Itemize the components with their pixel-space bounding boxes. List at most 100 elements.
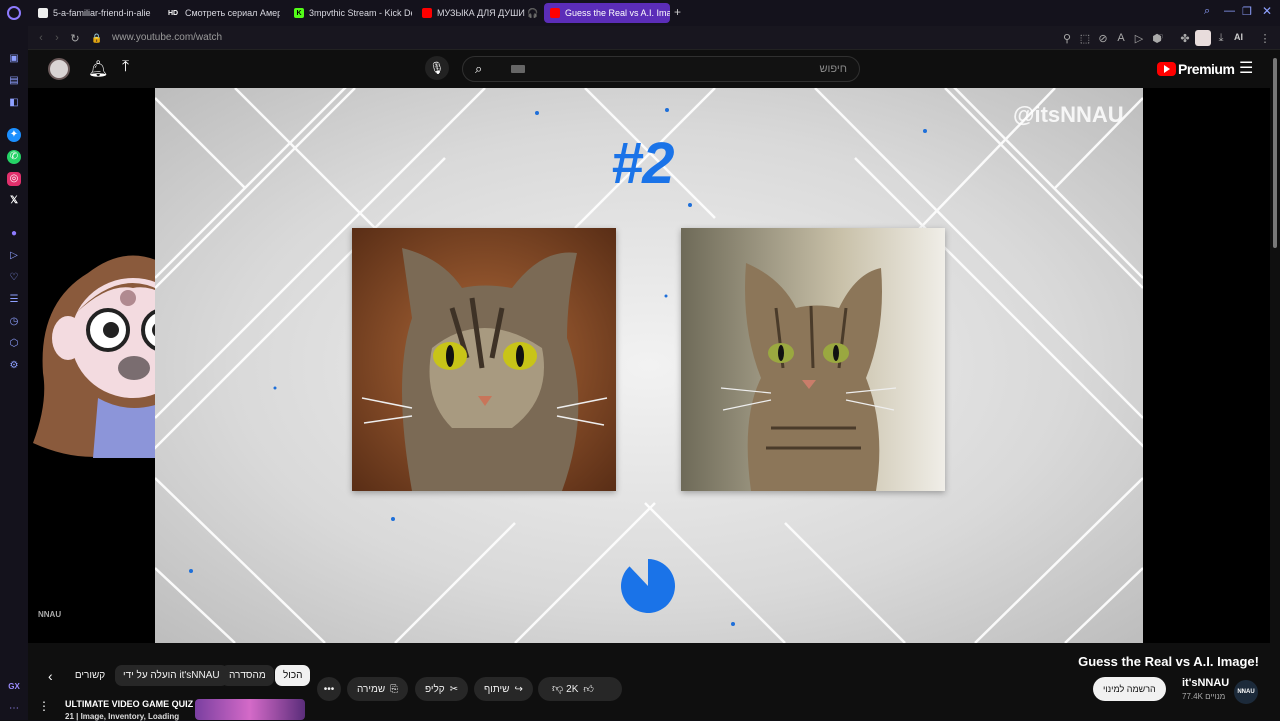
video-frame[interactable]: #2 @itsNNAU: [155, 88, 1143, 643]
ai-button[interactable]: AI: [1234, 32, 1243, 42]
tab-2[interactable]: HD Смотреть сериал Амери: [160, 3, 280, 23]
restore-icon[interactable]: ❐: [1242, 5, 1252, 18]
pin-icon[interactable]: ⚲: [1060, 31, 1074, 45]
cat-image-left: [352, 228, 616, 491]
translate-icon[interactable]: A: [1114, 31, 1128, 45]
channel-name[interactable]: it'sNNAU: [1182, 677, 1229, 689]
tab-label: МУЗЫКА ДЛЯ ДУШИ 🎧: [437, 7, 539, 18]
page-scrollbar[interactable]: [1270, 50, 1280, 720]
guide-menu-icon[interactable]: ☰: [1239, 58, 1253, 78]
clip-button[interactable]: קליפ ✂: [415, 677, 469, 701]
scissors-icon: ✂: [449, 683, 459, 695]
opera-logo-icon[interactable]: [7, 6, 21, 20]
subscribe-button[interactable]: הרשמה למינוי: [1093, 677, 1166, 701]
play-icon[interactable]: ▷: [1132, 31, 1146, 45]
share-button[interactable]: שיתוף ↪: [474, 677, 533, 701]
document-icon: [38, 8, 48, 18]
keyboard-icon[interactable]: [511, 65, 525, 73]
save-button[interactable]: שמירה ⎘: [347, 677, 409, 701]
history-icon[interactable]: ◷: [7, 315, 21, 329]
settings-icon[interactable]: ⚙: [7, 359, 21, 373]
aria-icon[interactable]: ▣: [7, 52, 21, 66]
profile-avatar[interactable]: [1195, 30, 1211, 46]
bookmark-heart-icon[interactable]: ♡: [1152, 31, 1166, 45]
address-bar: ‹ › ↻ 🔒 www.youtube.com/watch ⚲ ⬚ ⊘ A ▷ …: [28, 26, 1280, 50]
tab-label: Смотреть сериал Амери: [185, 8, 280, 18]
subscriber-count: 77.4K מנויים: [1182, 692, 1226, 701]
extensions-puzzle-icon[interactable]: ✤: [1178, 31, 1192, 45]
forward-icon[interactable]: ›: [50, 31, 64, 45]
save-label: שמירה: [357, 683, 386, 695]
tab-label: Guess the Real vs A.I. Imag: [565, 8, 670, 18]
chip-uploaded-by[interactable]: הועלה על ידי it'sNNAU: [115, 665, 228, 686]
close-window-icon[interactable]: ✕: [1262, 4, 1272, 18]
up-next-menu-icon[interactable]: ⋮: [38, 699, 50, 713]
notifications-bell-icon[interactable]: 🔔︎: [88, 59, 108, 79]
tab-label: 3mpvthic Stream - Kick De: [309, 8, 412, 18]
upload-icon[interactable]: ⤒: [122, 58, 129, 76]
kick-icon: K: [294, 8, 304, 18]
chip-related[interactable]: קשורים: [68, 665, 112, 686]
youtube-logo-icon[interactable]: [1157, 62, 1176, 76]
search-icon[interactable]: ⌕: [475, 61, 482, 77]
clip-label: קליפ: [425, 683, 445, 695]
instagram-icon[interactable]: ◎: [7, 172, 21, 186]
back-icon[interactable]: ‹: [34, 31, 48, 45]
youtube-premium-logo[interactable]: Premium: [1178, 61, 1235, 77]
extensions-icon[interactable]: ⬡: [7, 337, 21, 351]
tab-1[interactable]: 5-a-familiar-friend-in-alie: [32, 3, 156, 23]
bookmark-icon: ⎘: [390, 683, 399, 695]
gx-icon[interactable]: GX: [7, 680, 21, 694]
dislike-button[interactable]: 👎︎: [548, 677, 588, 701]
player-icon[interactable]: ▷: [7, 249, 21, 263]
account-avatar[interactable]: [48, 58, 70, 80]
video-title: Guess the Real vs A.I. Image!: [1078, 654, 1259, 669]
video-metadata-area: Guess the Real vs A.I. Image! NNAU it'sN…: [28, 643, 1270, 721]
video-player[interactable]: NNAU #2 @itsNNAU: [28, 88, 1270, 643]
chip-series[interactable]: מהסדרה: [221, 665, 274, 686]
voice-search-mic-icon[interactable]: 🎙︎: [425, 56, 449, 80]
scrollbar-thumb[interactable]: [1273, 58, 1277, 248]
tab-5-active[interactable]: Guess the Real vs A.I. Imag: [544, 3, 670, 23]
download-icon[interactable]: ⤓: [1214, 31, 1228, 45]
tabs-icon[interactable]: ☰: [7, 293, 21, 307]
hd-icon: HD: [167, 9, 179, 17]
more-icon[interactable]: ⋯: [7, 702, 21, 716]
search-input[interactable]: ⌕ חיפוש: [462, 56, 860, 82]
up-next-thumbnail[interactable]: [195, 699, 305, 720]
youtube-icon: [422, 8, 432, 18]
x-twitter-icon[interactable]: 𝕏: [7, 194, 21, 208]
share-arrow-icon: ↪: [514, 683, 523, 695]
tab-4[interactable]: МУЗЫКА ДЛЯ ДУШИ 🎧: [416, 3, 540, 23]
adblock-icon[interactable]: ⊘: [1096, 31, 1110, 45]
channel-avatar[interactable]: NNAU: [1234, 680, 1258, 704]
workspaces-icon[interactable]: ▤: [7, 74, 21, 88]
chip-all[interactable]: הכול: [275, 665, 311, 686]
menu-kebab-icon[interactable]: ⋮: [1258, 31, 1272, 45]
question-number: #2: [611, 131, 675, 196]
tab-3[interactable]: K 3mpvthic Stream - Kick De: [288, 3, 412, 23]
youtube-header: 🔔︎ ⤒ 🎙︎ ⌕ חיפוש Premium ☰: [28, 50, 1270, 88]
new-tab-plus-icon[interactable]: +: [674, 5, 681, 19]
channel-watermark: @itsNNAU: [1013, 102, 1124, 127]
more-actions-button[interactable]: •••: [317, 677, 341, 701]
m-icon[interactable]: ◧: [7, 96, 21, 110]
browser-sidebar: ▣ ▤ ◧ ✦ ✆ ◎ 𝕏 ● ▷ ♡ ☰ ◷ ⬡ ⚙ GX ⋯: [0, 0, 28, 720]
chips-scroll-left-icon[interactable]: ‹: [48, 668, 53, 684]
search-tabs-icon[interactable]: ⌕: [1204, 5, 1210, 18]
cat-image-right: [681, 228, 945, 491]
thumbs-down-icon: 👎︎: [552, 683, 564, 695]
url-field[interactable]: www.youtube.com/watch: [112, 32, 222, 43]
lock-icon: 🔒: [91, 32, 103, 43]
heart-icon[interactable]: ♡: [7, 271, 21, 285]
snapshot-icon[interactable]: ⬚: [1078, 31, 1092, 45]
search-placeholder: חיפוש: [819, 63, 847, 75]
whatsapp-icon[interactable]: ✆: [7, 150, 21, 164]
youtube-icon: [550, 8, 560, 18]
messenger-icon[interactable]: ✦: [7, 128, 21, 142]
spotify-icon[interactable]: ●: [7, 227, 21, 241]
reload-icon[interactable]: ↻: [68, 31, 82, 45]
minimize-icon[interactable]: —: [1224, 5, 1235, 17]
up-next-title[interactable]: ULTIMATE VIDEO GAME QUIZ: [65, 699, 193, 709]
countdown-timer: [621, 559, 676, 613]
